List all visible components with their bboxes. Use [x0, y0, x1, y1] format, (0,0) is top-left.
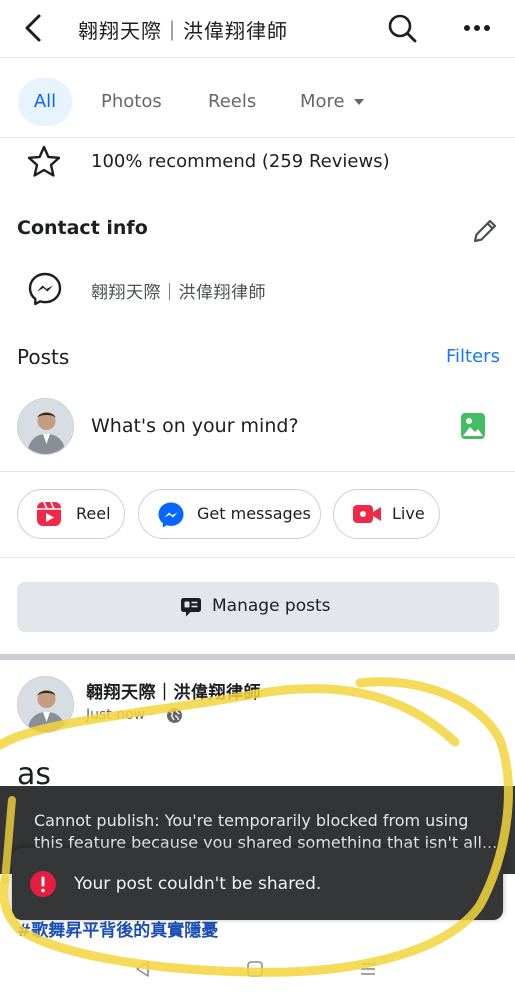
globe-icon: [167, 708, 182, 723]
get-messages-button[interactable]: Get messages: [138, 489, 321, 539]
tab-reels[interactable]: Reels: [208, 78, 256, 126]
system-nav-bar: [0, 946, 515, 1000]
composer-prompt[interactable]: What's on your mind?: [91, 415, 299, 437]
tab-all[interactable]: All: [18, 78, 72, 126]
get-messages-label: Get messages: [197, 504, 311, 523]
profile-tabs: All Photos Reels More: [0, 58, 515, 138]
messenger-icon: [28, 272, 62, 306]
post-action-chips: Reel Get messages Live: [0, 472, 515, 558]
live-label: Live: [392, 504, 425, 523]
section-divider: [0, 654, 515, 660]
posts-heading: Posts: [17, 345, 70, 369]
nav-home-icon[interactable]: [246, 960, 264, 978]
post-timestamp: Just now ·: [86, 707, 155, 723]
edit-pencil-icon[interactable]: [470, 216, 500, 246]
caret-down-icon: [354, 99, 365, 105]
share-error-text: Your post couldn't be shared.: [74, 874, 322, 894]
filters-link[interactable]: Filters: [446, 346, 500, 367]
photo-icon[interactable]: [460, 411, 486, 441]
share-error-toast: Your post couldn't be shared.: [12, 848, 503, 920]
post-composer[interactable]: What's on your mind?: [0, 392, 515, 472]
live-video-icon: [353, 505, 381, 523]
contact-messenger-name[interactable]: 翱翔天際｜洪偉翔律師: [91, 278, 266, 303]
post-author-name[interactable]: 翱翔天際｜洪偉翔律師: [86, 678, 261, 703]
avatar[interactable]: [17, 398, 74, 455]
tab-photos[interactable]: Photos: [101, 78, 162, 126]
reel-label: Reel: [76, 504, 111, 523]
recommendation-row[interactable]: 100% recommend (259 Reviews): [0, 140, 515, 184]
recommendation-text: 100% recommend (259 Reviews): [91, 151, 390, 172]
reel-button[interactable]: Reel: [17, 489, 125, 539]
back-arrow-icon[interactable]: [18, 12, 50, 44]
reel-icon: [37, 501, 61, 526]
manage-posts-icon: [181, 598, 201, 617]
tab-more-label: More: [300, 91, 345, 112]
search-icon[interactable]: [386, 12, 418, 44]
publish-error-line1: Cannot publish: You're temporarily block…: [34, 811, 469, 830]
page-title: 翱翔天際｜洪偉翔律師: [78, 19, 288, 43]
tab-more[interactable]: More: [300, 78, 365, 126]
messenger-icon: [158, 502, 184, 528]
person-avatar-icon: [18, 677, 73, 732]
star-icon: [27, 145, 61, 177]
error-icon: [30, 871, 56, 897]
manage-posts-label: Manage posts: [212, 596, 331, 616]
manage-posts-button[interactable]: Manage posts: [17, 582, 499, 632]
nav-menu-icon[interactable]: [359, 960, 377, 978]
more-options-icon[interactable]: [460, 12, 494, 44]
contact-info-heading: Contact info: [17, 217, 148, 239]
top-bar: 翱翔天際｜洪偉翔律師: [0, 0, 515, 58]
post-author-avatar[interactable]: [17, 676, 74, 733]
live-button[interactable]: Live: [333, 489, 440, 539]
nav-back-icon[interactable]: [134, 960, 152, 978]
person-avatar-icon: [18, 399, 73, 454]
